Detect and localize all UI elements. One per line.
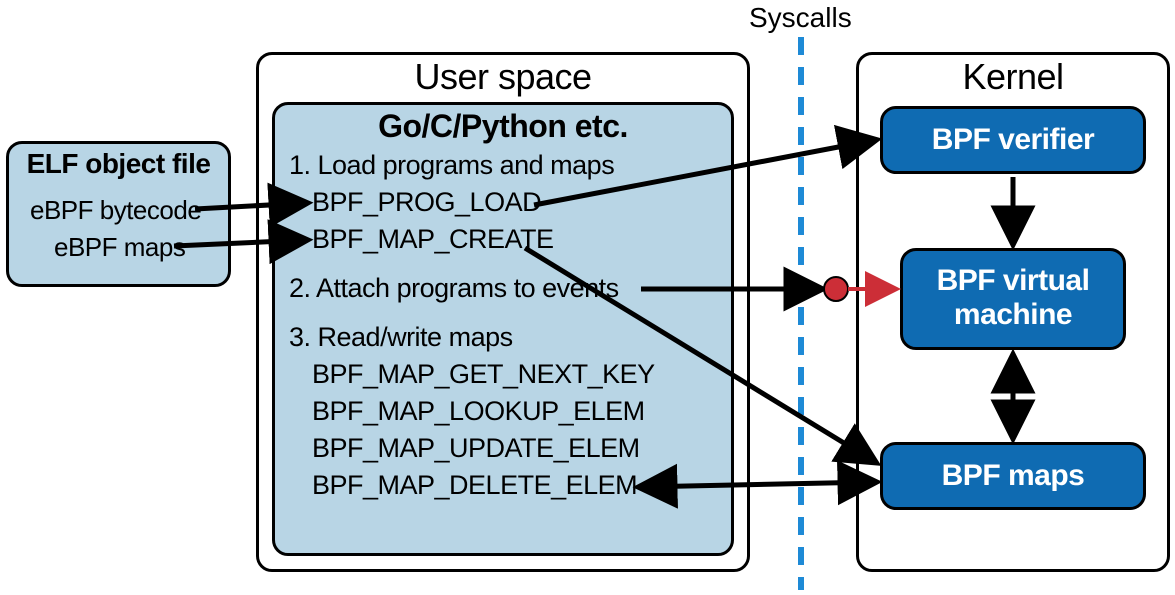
kernel-title: Kernel [856, 56, 1170, 98]
bpf-verifier-box: BPF verifier [880, 106, 1146, 174]
elf-bytecode: eBPF bytecode [30, 195, 201, 226]
elf-title: ELF object file [6, 148, 231, 180]
bpf-vm-label: BPF virtual machine [903, 264, 1123, 332]
bpf-vm-label-line2: machine [954, 298, 1072, 331]
step3a: BPF_MAP_GET_NEXT_KEY [312, 359, 655, 390]
bpf-vm-box: BPF virtual machine [900, 248, 1126, 350]
user-space-title: User space [256, 56, 750, 98]
step3: 3. Read/write maps [289, 322, 513, 353]
bpf-vm-label-line1: BPF virtual [937, 264, 1090, 297]
bpf-maps-label: BPF maps [883, 459, 1143, 493]
step1b: BPF_MAP_CREATE [312, 224, 554, 255]
step3d: BPF_MAP_DELETE_ELEM [312, 470, 637, 501]
syscalls-label: Syscalls [749, 2, 852, 34]
event-dot [824, 277, 848, 301]
bpf-maps-box: BPF maps [880, 442, 1146, 510]
step2: 2. Attach programs to events [289, 273, 619, 304]
gcp-title: Go/C/Python etc. [272, 108, 734, 145]
step3b: BPF_MAP_LOOKUP_ELEM [312, 396, 645, 427]
bpf-verifier-label: BPF verifier [883, 123, 1143, 157]
step3c: BPF_MAP_UPDATE_ELEM [312, 433, 640, 464]
step1a: BPF_PROG_LOAD [312, 187, 541, 218]
step1: 1. Load programs and maps [289, 150, 614, 181]
elf-maps: eBPF maps [54, 232, 185, 263]
